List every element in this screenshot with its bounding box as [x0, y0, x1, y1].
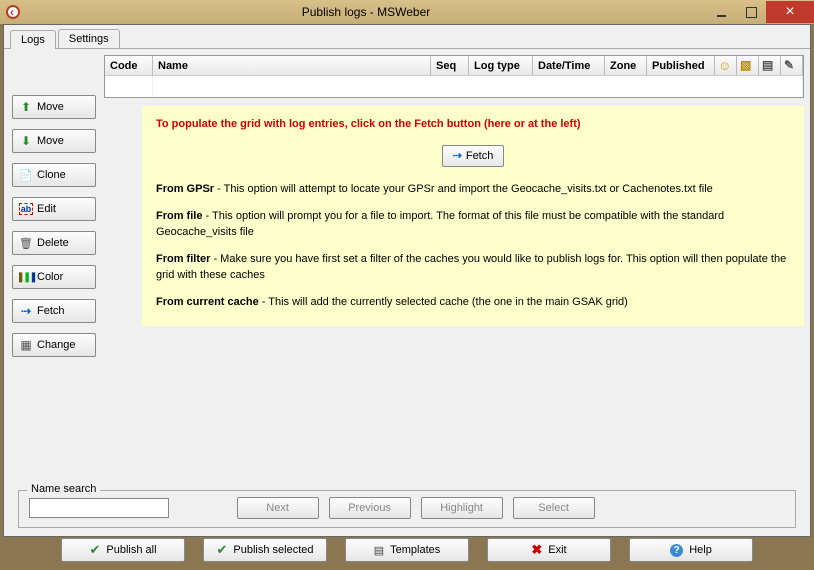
- tab-settings[interactable]: Settings: [58, 29, 120, 48]
- search-highlight-button[interactable]: Highlight: [421, 497, 503, 519]
- info-title: To populate the grid with log entries, c…: [156, 116, 790, 133]
- grid-empty-row: [105, 75, 803, 97]
- sidebar: Move Move Clone Edit Delete Color: [10, 55, 98, 478]
- fetch-icon: [453, 148, 462, 165]
- col-zone[interactable]: Zone: [605, 56, 647, 75]
- pencil-icon: [784, 58, 799, 73]
- col-notes[interactable]: [759, 56, 781, 75]
- color-icon: [19, 270, 33, 284]
- info-p3: From filter - Make sure you have first s…: [156, 251, 790, 284]
- grid-header-row: Code Name Seq Log type Date/Time Zone Pu…: [105, 56, 803, 75]
- edit-button[interactable]: Edit: [12, 197, 96, 221]
- titlebar: Publish logs - MSWeber ×: [0, 0, 814, 24]
- name-search-panel: Name search Next Previous Highlight Sele…: [18, 490, 796, 528]
- smiley-icon: [718, 58, 733, 73]
- publish-selected-button[interactable]: Publish selected: [203, 538, 327, 562]
- search-next-button[interactable]: Next: [237, 497, 319, 519]
- trash-icon: [19, 236, 33, 250]
- move-down-label: Move: [37, 135, 64, 147]
- maximize-button[interactable]: [736, 1, 766, 23]
- fetch-center-label: Fetch: [466, 148, 494, 165]
- col-seq[interactable]: Seq: [431, 56, 469, 75]
- clone-button[interactable]: Clone: [12, 163, 96, 187]
- info-p1: From GPSr - This option will attempt to …: [156, 181, 790, 198]
- move-down-button[interactable]: Move: [12, 129, 96, 153]
- window-title: Publish logs - MSWeber: [26, 5, 706, 19]
- edit-icon: [19, 202, 33, 216]
- exit-button[interactable]: Exit: [487, 538, 611, 562]
- col-editcol[interactable]: [781, 56, 803, 75]
- move-up-label: Move: [37, 101, 64, 113]
- info-p2: From file - This option will prompt you …: [156, 208, 790, 241]
- delete-button[interactable]: Delete: [12, 231, 96, 255]
- main-area: Code Name Seq Log type Date/Time Zone Pu…: [104, 55, 804, 478]
- clone-label: Clone: [37, 169, 66, 181]
- log-grid: Code Name Seq Log type Date/Time Zone Pu…: [104, 55, 804, 98]
- window-body: Logs Settings Move Move Clone Edit: [3, 24, 811, 537]
- tab-logs[interactable]: Logs: [10, 30, 56, 49]
- fetch-center-button[interactable]: Fetch: [442, 145, 505, 168]
- delete-label: Delete: [37, 237, 69, 249]
- col-name[interactable]: Name: [153, 56, 431, 75]
- search-input[interactable]: [29, 498, 169, 518]
- window-controls: ×: [706, 1, 814, 23]
- info-panel: To populate the grid with log entries, c…: [142, 106, 804, 326]
- col-datetime[interactable]: Date/Time: [533, 56, 605, 75]
- col-published[interactable]: Published: [647, 56, 715, 75]
- templates-icon: [374, 544, 384, 557]
- col-image[interactable]: [737, 56, 759, 75]
- info-p4: From current cache - This will add the c…: [156, 294, 790, 311]
- change-icon: [19, 338, 33, 352]
- arrow-up-icon: [19, 100, 33, 114]
- arrow-down-icon: [19, 134, 33, 148]
- help-button[interactable]: Help: [629, 538, 753, 562]
- publish-all-button[interactable]: Publish all: [61, 538, 185, 562]
- tabs: Logs Settings: [4, 25, 810, 49]
- clone-icon: [19, 168, 33, 182]
- notes-icon: [762, 58, 777, 73]
- fetch-label: Fetch: [37, 305, 65, 317]
- color-label: Color: [37, 271, 63, 283]
- templates-button[interactable]: Templates: [345, 538, 469, 562]
- bottom-bar: Publish all Publish selected Templates E…: [4, 534, 810, 570]
- change-label: Change: [37, 339, 76, 351]
- image-icon: [740, 58, 755, 73]
- move-up-button[interactable]: Move: [12, 95, 96, 119]
- close-button[interactable]: ×: [766, 1, 814, 23]
- col-code[interactable]: Code: [105, 56, 153, 75]
- search-legend: Name search: [27, 483, 100, 495]
- edit-label: Edit: [37, 203, 56, 215]
- content: Move Move Clone Edit Delete Color: [4, 49, 810, 484]
- color-button[interactable]: Color: [12, 265, 96, 289]
- minimize-button[interactable]: [706, 1, 736, 23]
- search-previous-button[interactable]: Previous: [329, 497, 411, 519]
- fetch-icon: [19, 304, 33, 318]
- exit-icon: [531, 542, 542, 558]
- col-logtype[interactable]: Log type: [469, 56, 533, 75]
- change-button[interactable]: Change: [12, 333, 96, 357]
- check-icon: [89, 542, 100, 558]
- app-icon: [6, 5, 20, 19]
- search-select-button[interactable]: Select: [513, 497, 595, 519]
- check-icon: [216, 542, 227, 558]
- fetch-button[interactable]: Fetch: [12, 299, 96, 323]
- col-smiley[interactable]: [715, 56, 737, 75]
- help-icon: [670, 544, 683, 557]
